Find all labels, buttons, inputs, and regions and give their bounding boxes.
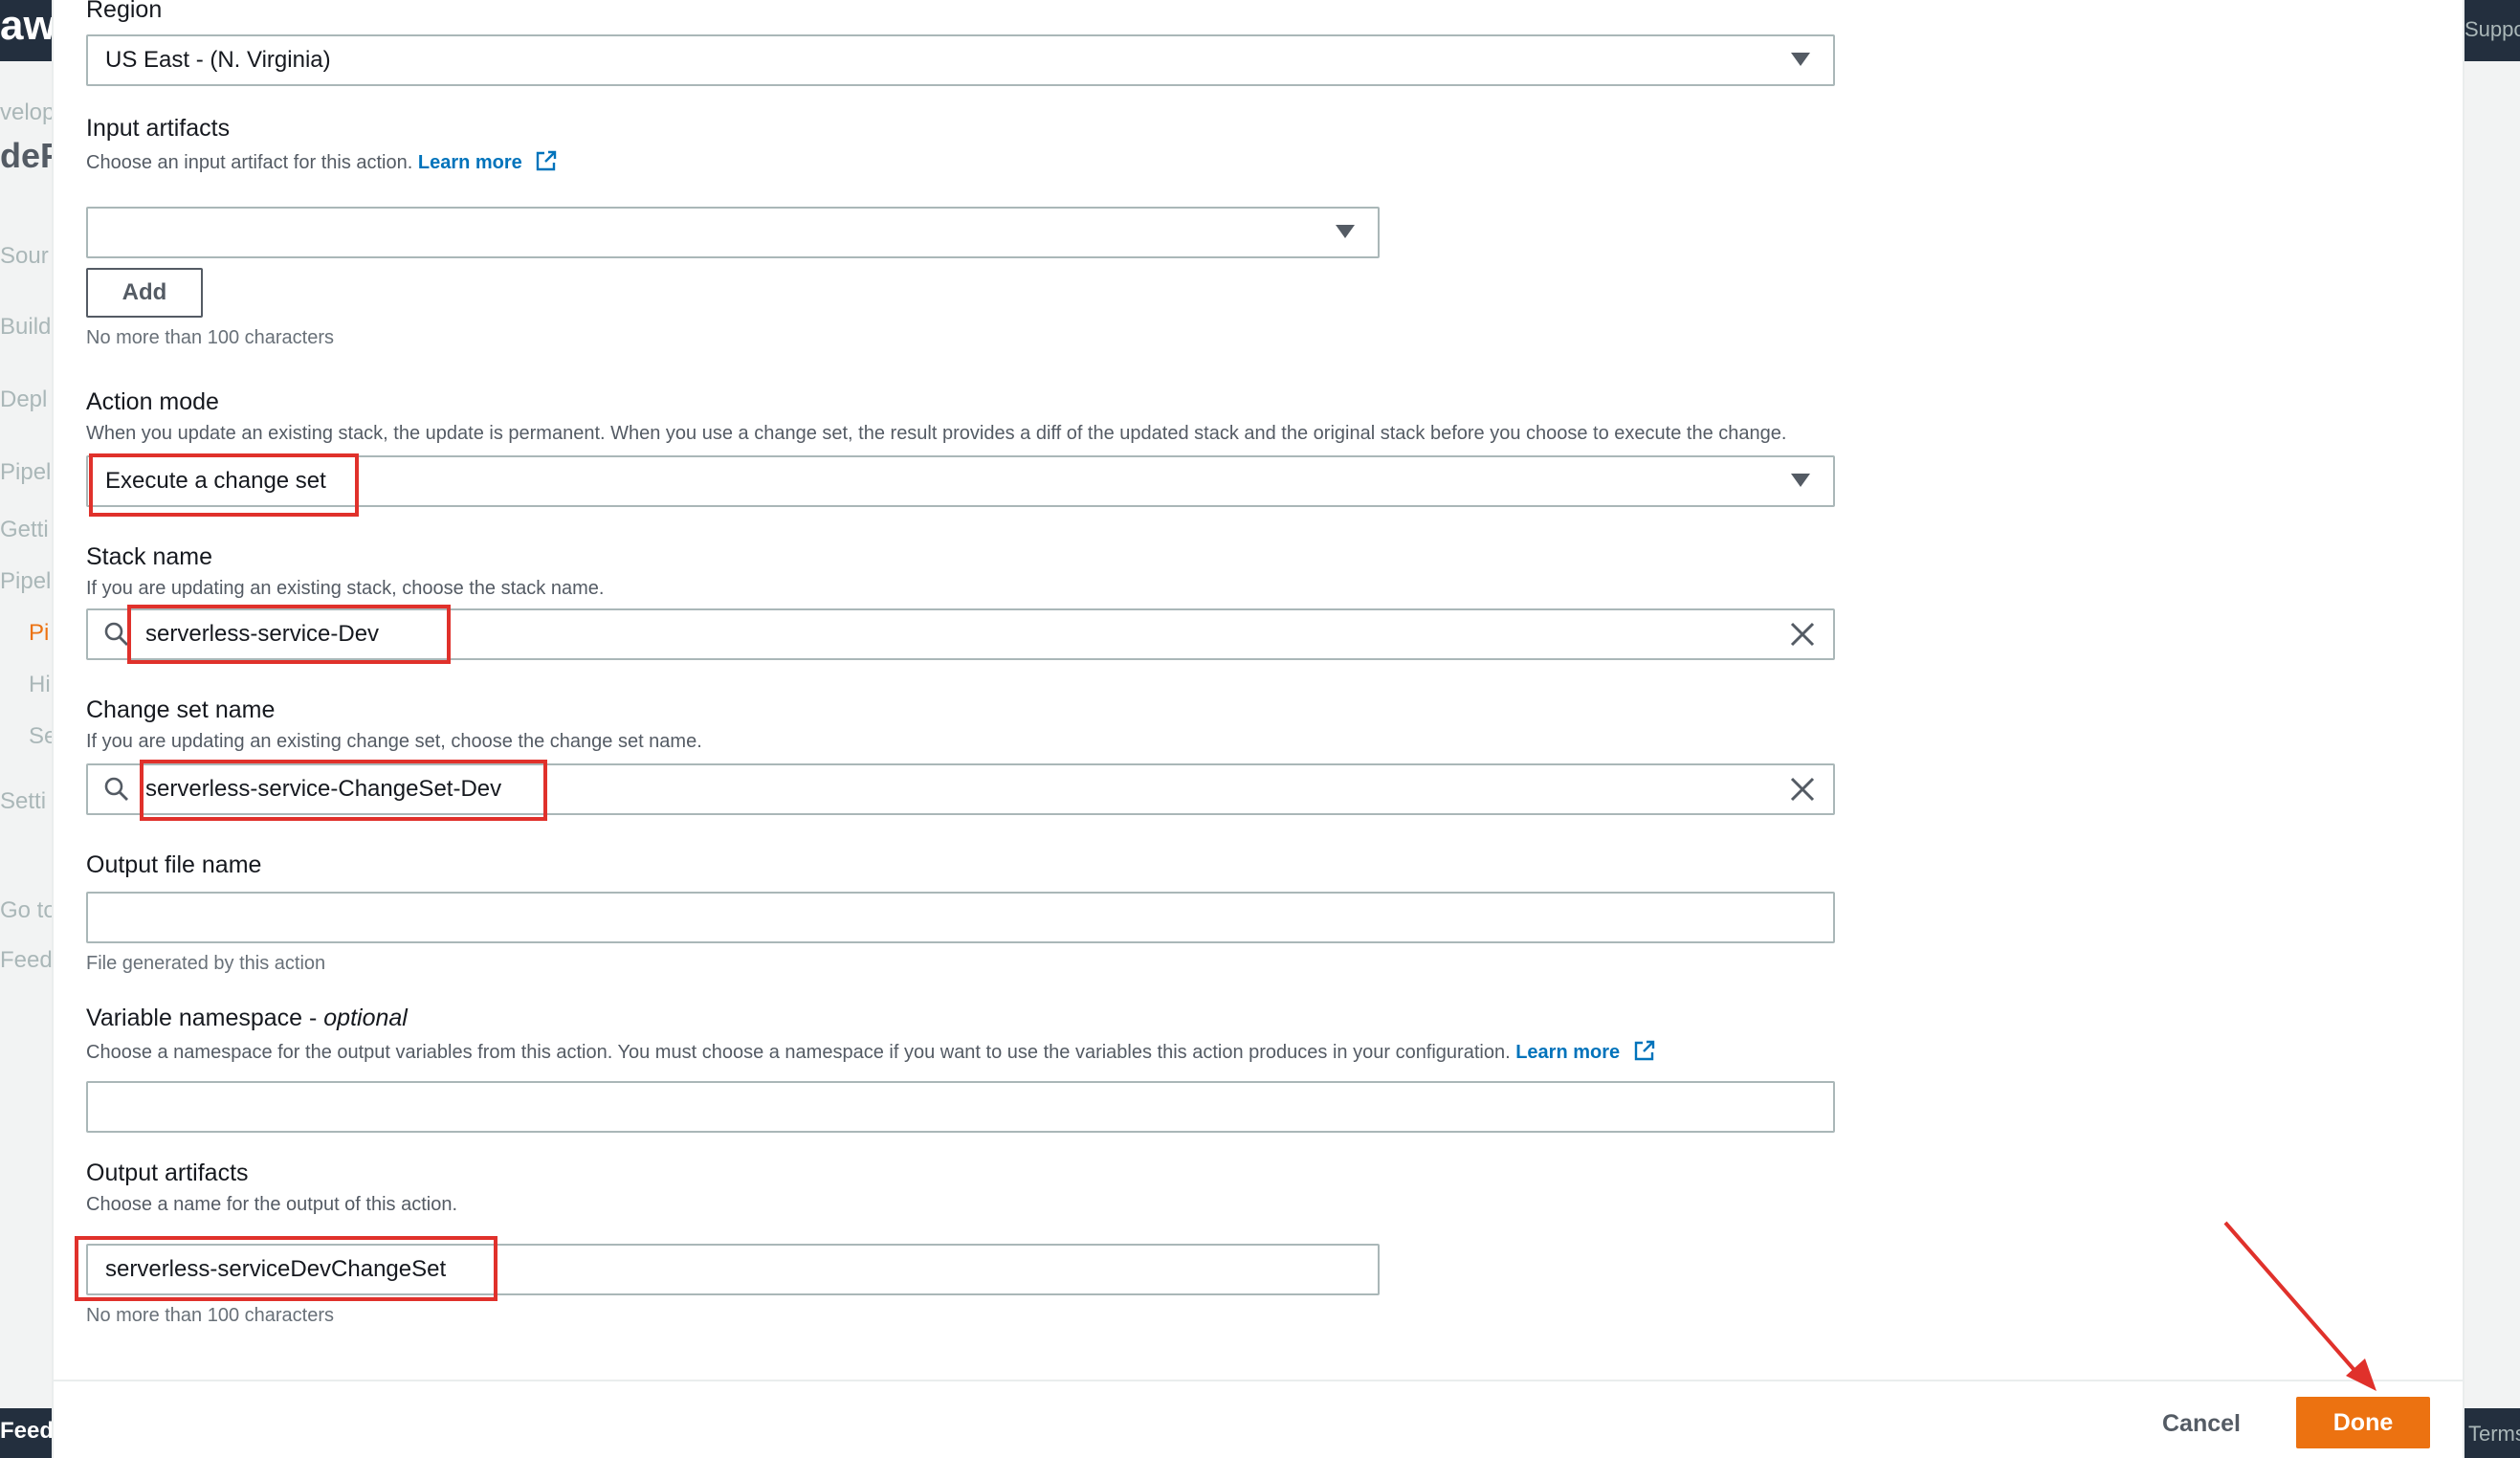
learn-more-link[interactable]: Learn more — [1515, 1042, 1620, 1063]
region-select[interactable]: US East - (N. Virginia) — [86, 34, 1835, 86]
nav-item-pipelines[interactable]: Pipel — [0, 568, 51, 595]
learn-more-link[interactable]: Learn more — [418, 152, 522, 173]
nav-subitem-settings[interactable]: Se — [29, 723, 52, 750]
done-button[interactable]: Done — [2296, 1397, 2430, 1448]
stack-name-description: If you are updating an existing stack, c… — [86, 578, 605, 599]
change-set-name-label: Change set name — [86, 696, 276, 723]
change-set-name-description: If you are updating an existing change s… — [86, 731, 702, 752]
output-artifacts-hint: No more than 100 characters — [86, 1305, 335, 1326]
change-set-name-input[interactable]: serverless-service-ChangeSet-Dev — [86, 763, 1835, 815]
optional-tag: optional — [323, 1005, 408, 1031]
input-artifact-select[interactable] — [86, 207, 1380, 258]
output-artifacts-label: Output artifacts — [86, 1160, 249, 1186]
nav-item-source[interactable]: Sour — [0, 243, 49, 270]
clear-icon[interactable] — [1787, 774, 1818, 805]
footer-terms-link[interactable]: Terms — [2468, 1422, 2520, 1447]
modal-footer-divider — [54, 1380, 2463, 1381]
edit-action-modal: Region US East - (N. Virginia) Input art… — [52, 0, 2465, 1458]
background-console-right: Support Terms — [2465, 0, 2520, 1458]
background-console-left: aws velop deP Sour Build Depl Pipel Gett… — [0, 0, 52, 1458]
variable-namespace-label: Variable namespace - optional — [86, 1005, 408, 1032]
nav-item-deploy[interactable]: Depl — [0, 387, 47, 413]
caret-down-icon — [1791, 53, 1810, 66]
input-artifacts-description: Choose an input artifact for this action… — [86, 149, 558, 174]
change-set-name-value: serverless-service-ChangeSet-Dev — [145, 776, 502, 802]
clear-icon[interactable] — [1787, 619, 1818, 650]
nav-subitem-pipeline[interactable]: Pi — [29, 620, 49, 647]
nav-subitem-history[interactable]: Hi — [29, 672, 51, 698]
output-file-name-label: Output file name — [86, 851, 262, 878]
output-artifacts-description: Choose a name for the output of this act… — [86, 1194, 458, 1215]
console-footer-left: Feedb — [0, 1408, 52, 1458]
variable-namespace-input[interactable] — [86, 1081, 1835, 1133]
output-file-name-input[interactable] — [86, 892, 1835, 943]
output-artifact-value: serverless-serviceDevChangeSet — [105, 1256, 447, 1282]
stack-name-input[interactable]: serverless-service-Dev — [86, 608, 1835, 660]
input-artifacts-label: Input artifacts — [86, 115, 231, 142]
variable-namespace-label-text: Variable namespace - — [86, 1005, 324, 1031]
stack-name-value: serverless-service-Dev — [145, 621, 380, 647]
caret-down-icon — [1336, 225, 1355, 238]
aws-logo: aws — [0, 2, 52, 49]
external-link-icon[interactable] — [1633, 1039, 1656, 1062]
nav-item-getting-started[interactable]: Getti — [0, 517, 49, 543]
region-select-value: US East - (N. Virginia) — [105, 47, 331, 73]
footer-feedback-link[interactable]: Feedb — [0, 1418, 52, 1445]
nav-title: deP — [0, 136, 52, 175]
nav-item-pipeline[interactable]: Pipel — [0, 459, 51, 486]
console-top-bar: aws — [0, 0, 52, 61]
action-mode-select-value: Execute a change set — [105, 468, 326, 494]
annotation-arrow-icon — [2223, 1221, 2376, 1391]
nav-breadcrumb: velop — [0, 99, 52, 125]
input-artifacts-desc-text: Choose an input artifact for this action… — [86, 152, 413, 173]
add-input-artifact-button[interactable]: Add — [86, 268, 203, 318]
nav-item-feedback[interactable]: Feed — [0, 947, 52, 974]
support-menu[interactable]: Support — [2465, 17, 2520, 42]
output-artifact-input[interactable]: serverless-serviceDevChangeSet — [86, 1244, 1380, 1295]
nav-item-build[interactable]: Build — [0, 314, 51, 341]
console-footer-right: Terms — [2465, 1408, 2520, 1458]
external-link-icon[interactable] — [535, 149, 558, 172]
nav-item-settings[interactable]: Setti — [0, 788, 46, 815]
console-top-bar-right: Support — [2465, 0, 2520, 61]
input-artifacts-hint: No more than 100 characters — [86, 327, 335, 348]
variable-namespace-desc-text: Choose a namespace for the output variab… — [86, 1042, 1511, 1063]
action-mode-select[interactable]: Execute a change set — [86, 455, 1835, 507]
variable-namespace-description: Choose a namespace for the output variab… — [86, 1039, 1656, 1064]
stack-name-label: Stack name — [86, 543, 213, 570]
action-mode-label: Action mode — [86, 388, 219, 415]
action-mode-description: When you update an existing stack, the u… — [86, 423, 1787, 444]
cancel-button[interactable]: Cancel — [2130, 1399, 2273, 1448]
search-icon — [104, 777, 128, 801]
search-icon — [104, 622, 128, 646]
output-file-name-hint: File generated by this action — [86, 953, 326, 974]
caret-down-icon — [1791, 474, 1810, 487]
nav-item-goto[interactable]: Go to — [0, 897, 52, 924]
region-label: Region — [86, 0, 163, 23]
